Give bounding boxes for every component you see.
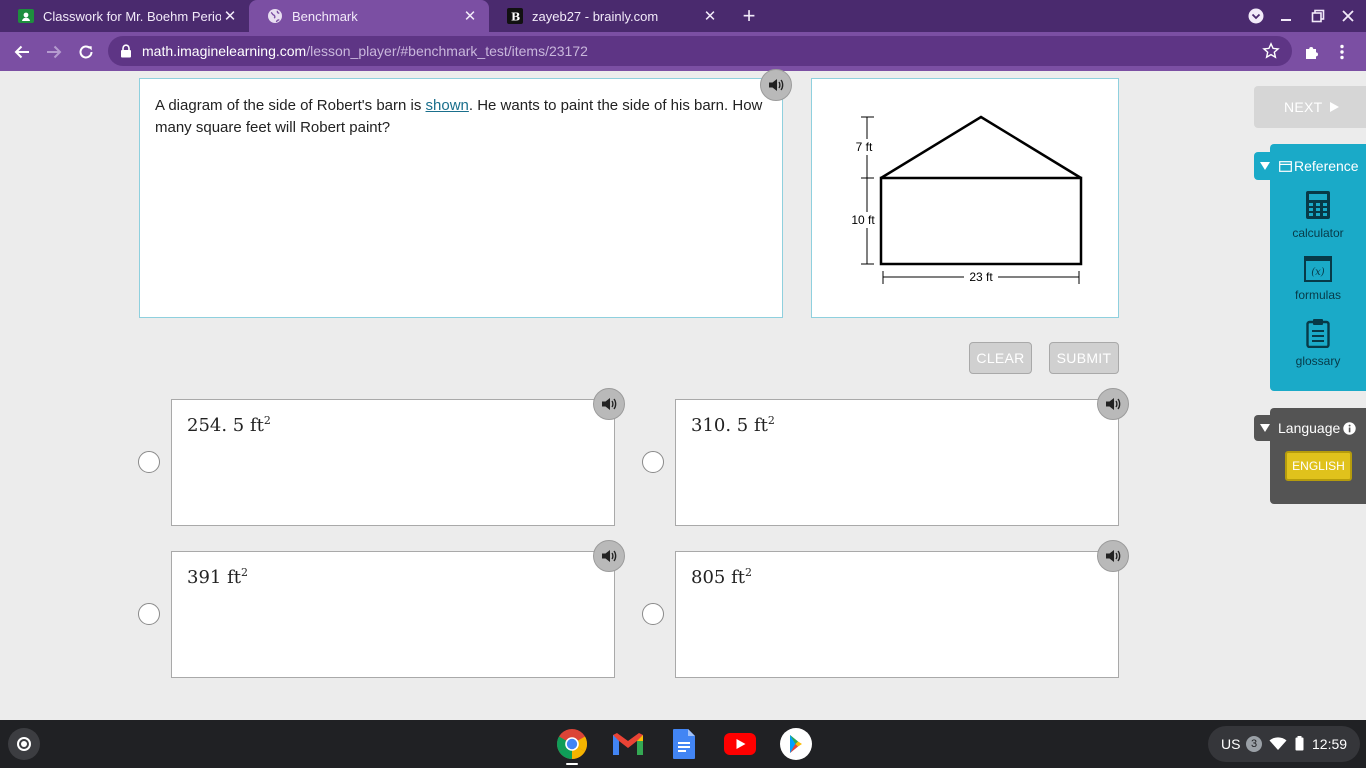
clock: 12:59: [1312, 736, 1348, 752]
reload-icon[interactable]: [74, 40, 98, 64]
google-classroom-icon: [18, 8, 34, 24]
chrome-app[interactable]: [555, 727, 589, 761]
tab-classroom[interactable]: Classwork for Mr. Boehm Period ✕: [0, 0, 249, 32]
answer-choice-c[interactable]: 391 ft2: [171, 551, 615, 678]
tab-title: Benchmark: [292, 8, 358, 24]
language-toggle[interactable]: Language: [1254, 415, 1366, 441]
url-text: math.imaginelearning.com/lesson_player/#…: [142, 43, 588, 59]
question-panel: A diagram of the side of Robert's barn i…: [139, 78, 783, 318]
tab-title: Classwork for Mr. Boehm Period: [43, 8, 221, 24]
wall-height-label: 10 ft: [851, 213, 875, 227]
close-icon[interactable]: ✕: [461, 7, 479, 25]
answer-text: 805 ft2: [691, 566, 752, 588]
address-bar[interactable]: math.imaginelearning.com/lesson_player/#…: [108, 36, 1292, 66]
wifi-icon: [1269, 737, 1287, 750]
new-tab-button[interactable]: +: [737, 4, 761, 28]
width-label: 23 ft: [969, 270, 993, 284]
lock-icon: [120, 44, 132, 63]
answer-choice-b[interactable]: 310. 5 ft2: [675, 399, 1119, 526]
barn-wall: [879, 176, 1083, 266]
answer-text: 391 ft2: [187, 566, 248, 588]
roof-height-label: 7 ft: [856, 140, 873, 154]
brainly-icon: B: [507, 8, 523, 24]
speaker-icon: [602, 550, 617, 562]
close-icon[interactable]: ✕: [701, 7, 719, 25]
question-audio-button[interactable]: [760, 69, 792, 101]
book-icon: [1279, 160, 1292, 172]
glossary-tool[interactable]: glossary: [1270, 318, 1366, 368]
calculator-icon: [1306, 191, 1330, 219]
reference-toggle[interactable]: Reference: [1254, 152, 1366, 180]
launcher-icon: [17, 737, 31, 751]
chrome-icon: [556, 729, 588, 759]
svg-text:(x): (x): [1311, 267, 1325, 278]
calculator-tool[interactable]: calculator: [1270, 190, 1366, 240]
tab-bar: Classwork for Mr. Boehm Period ✕ Benchma…: [0, 0, 1366, 32]
status-tray[interactable]: US 3 12:59: [1208, 726, 1360, 762]
close-icon[interactable]: ✕: [221, 7, 239, 25]
docs-icon: [673, 729, 695, 759]
browser-toolbar: math.imaginelearning.com/lesson_player/#…: [0, 32, 1366, 71]
play-arrow-icon: [1329, 102, 1339, 112]
chrome-active-indicator: [566, 763, 578, 765]
english-language-button[interactable]: ENGLISH: [1285, 451, 1352, 481]
barn-diagram: 7 ft 10 ft 23 ft: [848, 115, 1083, 285]
answer-radio-d[interactable]: [642, 603, 664, 625]
svg-text:B: B: [511, 11, 520, 24]
answer-audio-button-b[interactable]: [1097, 388, 1129, 420]
speaker-icon: [769, 79, 784, 91]
answer-radio-a[interactable]: [138, 451, 160, 473]
answer-radio-b[interactable]: [642, 451, 664, 473]
next-button[interactable]: NEXT: [1254, 86, 1366, 128]
barn-roof: [880, 115, 1082, 180]
globe-icon: [267, 8, 283, 24]
menu-icon[interactable]: [1330, 40, 1354, 64]
gmail-app[interactable]: [611, 727, 645, 761]
answer-radio-c[interactable]: [138, 603, 160, 625]
youtube-app[interactable]: [723, 727, 757, 761]
formulas-icon: (x): [1304, 256, 1332, 282]
locale-indicator: US: [1221, 736, 1241, 752]
answer-text: 254. 5 ft2: [187, 414, 271, 436]
notification-badge: 3: [1246, 736, 1262, 752]
forward-icon[interactable]: [42, 40, 66, 64]
tab-benchmark[interactable]: Benchmark ✕: [249, 0, 489, 32]
play-store-app[interactable]: [779, 727, 813, 761]
back-icon[interactable]: [10, 40, 34, 64]
play-store-icon: [780, 728, 812, 760]
youtube-icon: [724, 733, 756, 755]
speaker-icon: [1106, 398, 1121, 410]
answer-text: 310. 5 ft2: [691, 414, 775, 436]
maximize-icon[interactable]: [1308, 6, 1328, 26]
answer-audio-button-c[interactable]: [593, 540, 625, 572]
answer-audio-button-d[interactable]: [1097, 540, 1129, 572]
question-text: A diagram of the side of Robert's barn i…: [155, 97, 763, 136]
speaker-icon: [602, 398, 617, 410]
shown-link[interactable]: shown: [426, 97, 469, 114]
close-window-icon[interactable]: [1338, 6, 1358, 26]
battery-icon: [1295, 736, 1304, 751]
formulas-tool[interactable]: (x) formulas: [1270, 256, 1366, 302]
bookmark-star-icon[interactable]: [1262, 42, 1280, 65]
docs-app[interactable]: [667, 727, 701, 761]
answer-choice-a[interactable]: 254. 5 ft2: [171, 399, 615, 526]
gmail-icon: [613, 733, 643, 755]
minimize-icon[interactable]: [1276, 6, 1296, 26]
tab-brainly[interactable]: B zayeb27 - brainly.com ✕: [489, 0, 729, 32]
clipboard-icon: [1306, 319, 1330, 348]
tab-title: zayeb27 - brainly.com: [532, 8, 659, 24]
speaker-icon: [1106, 550, 1121, 562]
triangle-down-icon: [1260, 162, 1270, 170]
launcher-button[interactable]: [8, 728, 40, 760]
barn-diagram-panel: 7 ft 10 ft 23 ft: [811, 78, 1119, 318]
answer-audio-button-a[interactable]: [593, 388, 625, 420]
extensions-icon[interactable]: [1300, 40, 1324, 64]
triangle-down-icon: [1260, 424, 1270, 432]
clear-button[interactable]: CLEAR: [969, 342, 1032, 374]
info-icon[interactable]: [1343, 421, 1356, 435]
tab-search-icon[interactable]: [1246, 6, 1266, 26]
answer-choice-d[interactable]: 805 ft2: [675, 551, 1119, 678]
submit-button[interactable]: SUBMIT: [1049, 342, 1119, 374]
